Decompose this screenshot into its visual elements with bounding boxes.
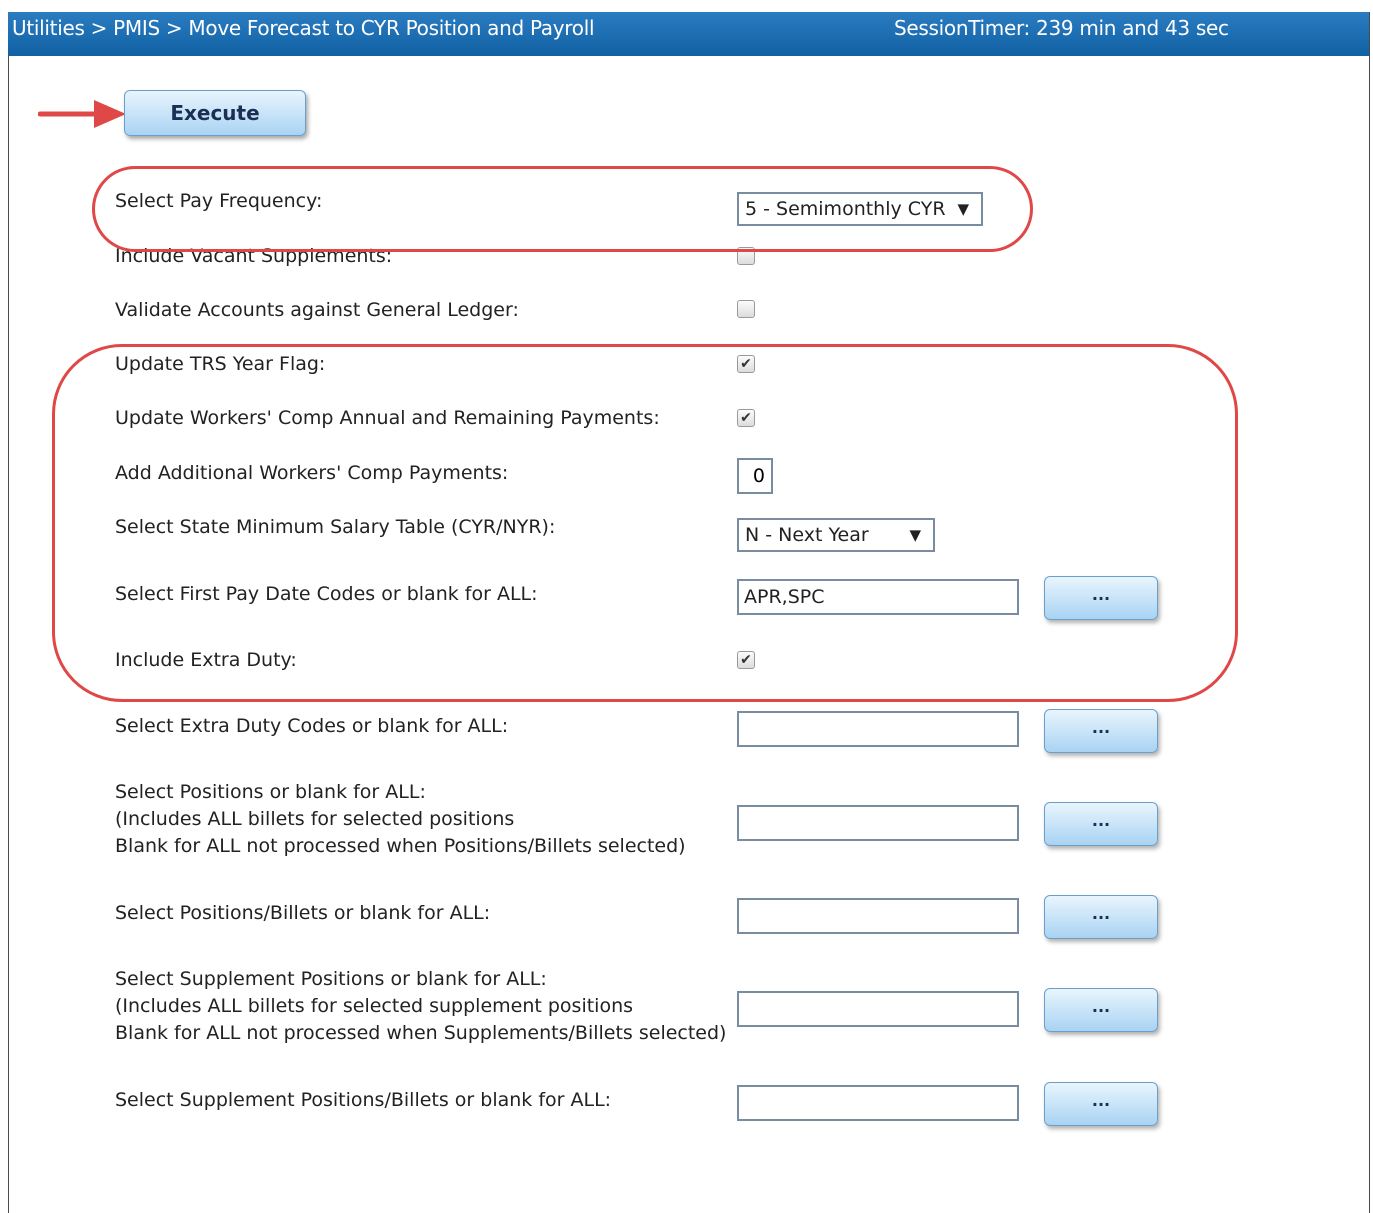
supplement-billets-label: Select Supplement Positions/Billets or b…	[115, 1089, 612, 1111]
supplement-positions-note: Blank for ALL not processed when Supplem…	[115, 1022, 727, 1044]
positions-billets-input[interactable]	[737, 898, 1019, 934]
extra-duty-codes-label: Select Extra Duty Codes or blank for ALL…	[115, 715, 509, 737]
session-timer: SessionTimer: 239 min and 43 sec	[894, 16, 1229, 40]
execute-button[interactable]: Execute	[124, 90, 306, 136]
validate-accounts-checkbox[interactable]	[737, 300, 755, 318]
extra-duty-codes-input[interactable]	[737, 711, 1019, 747]
validate-accounts-label: Validate Accounts against General Ledger…	[115, 299, 519, 321]
positions-billets-lookup-button[interactable]: ...	[1044, 895, 1158, 939]
positions-note: Blank for ALL not processed when Positio…	[115, 835, 686, 857]
positions-note: (Includes ALL billets for selected posit…	[115, 808, 515, 830]
positions-billets-label: Select Positions/Billets or blank for AL…	[115, 902, 491, 924]
supplement-positions-note: (Includes ALL billets for selected suppl…	[115, 995, 634, 1017]
supplement-billets-lookup-button[interactable]: ...	[1044, 1082, 1158, 1126]
supplement-positions-input[interactable]	[737, 991, 1019, 1027]
positions-input[interactable]	[737, 805, 1019, 841]
annotation-callout	[52, 344, 1238, 702]
annotation-callout	[92, 166, 1033, 252]
title-bar: Utilities > PMIS > Move Forecast to CYR …	[8, 12, 1369, 56]
annotation-arrow-icon	[38, 100, 126, 128]
breadcrumb: Utilities > PMIS > Move Forecast to CYR …	[12, 16, 595, 40]
supplement-billets-input[interactable]	[737, 1085, 1019, 1121]
supplement-positions-label: Select Supplement Positions or blank for…	[115, 968, 547, 990]
extra-duty-codes-lookup-button[interactable]: ...	[1044, 709, 1158, 753]
positions-lookup-button[interactable]: ...	[1044, 802, 1158, 846]
supplement-positions-lookup-button[interactable]: ...	[1044, 988, 1158, 1032]
positions-label: Select Positions or blank for ALL:	[115, 781, 426, 803]
